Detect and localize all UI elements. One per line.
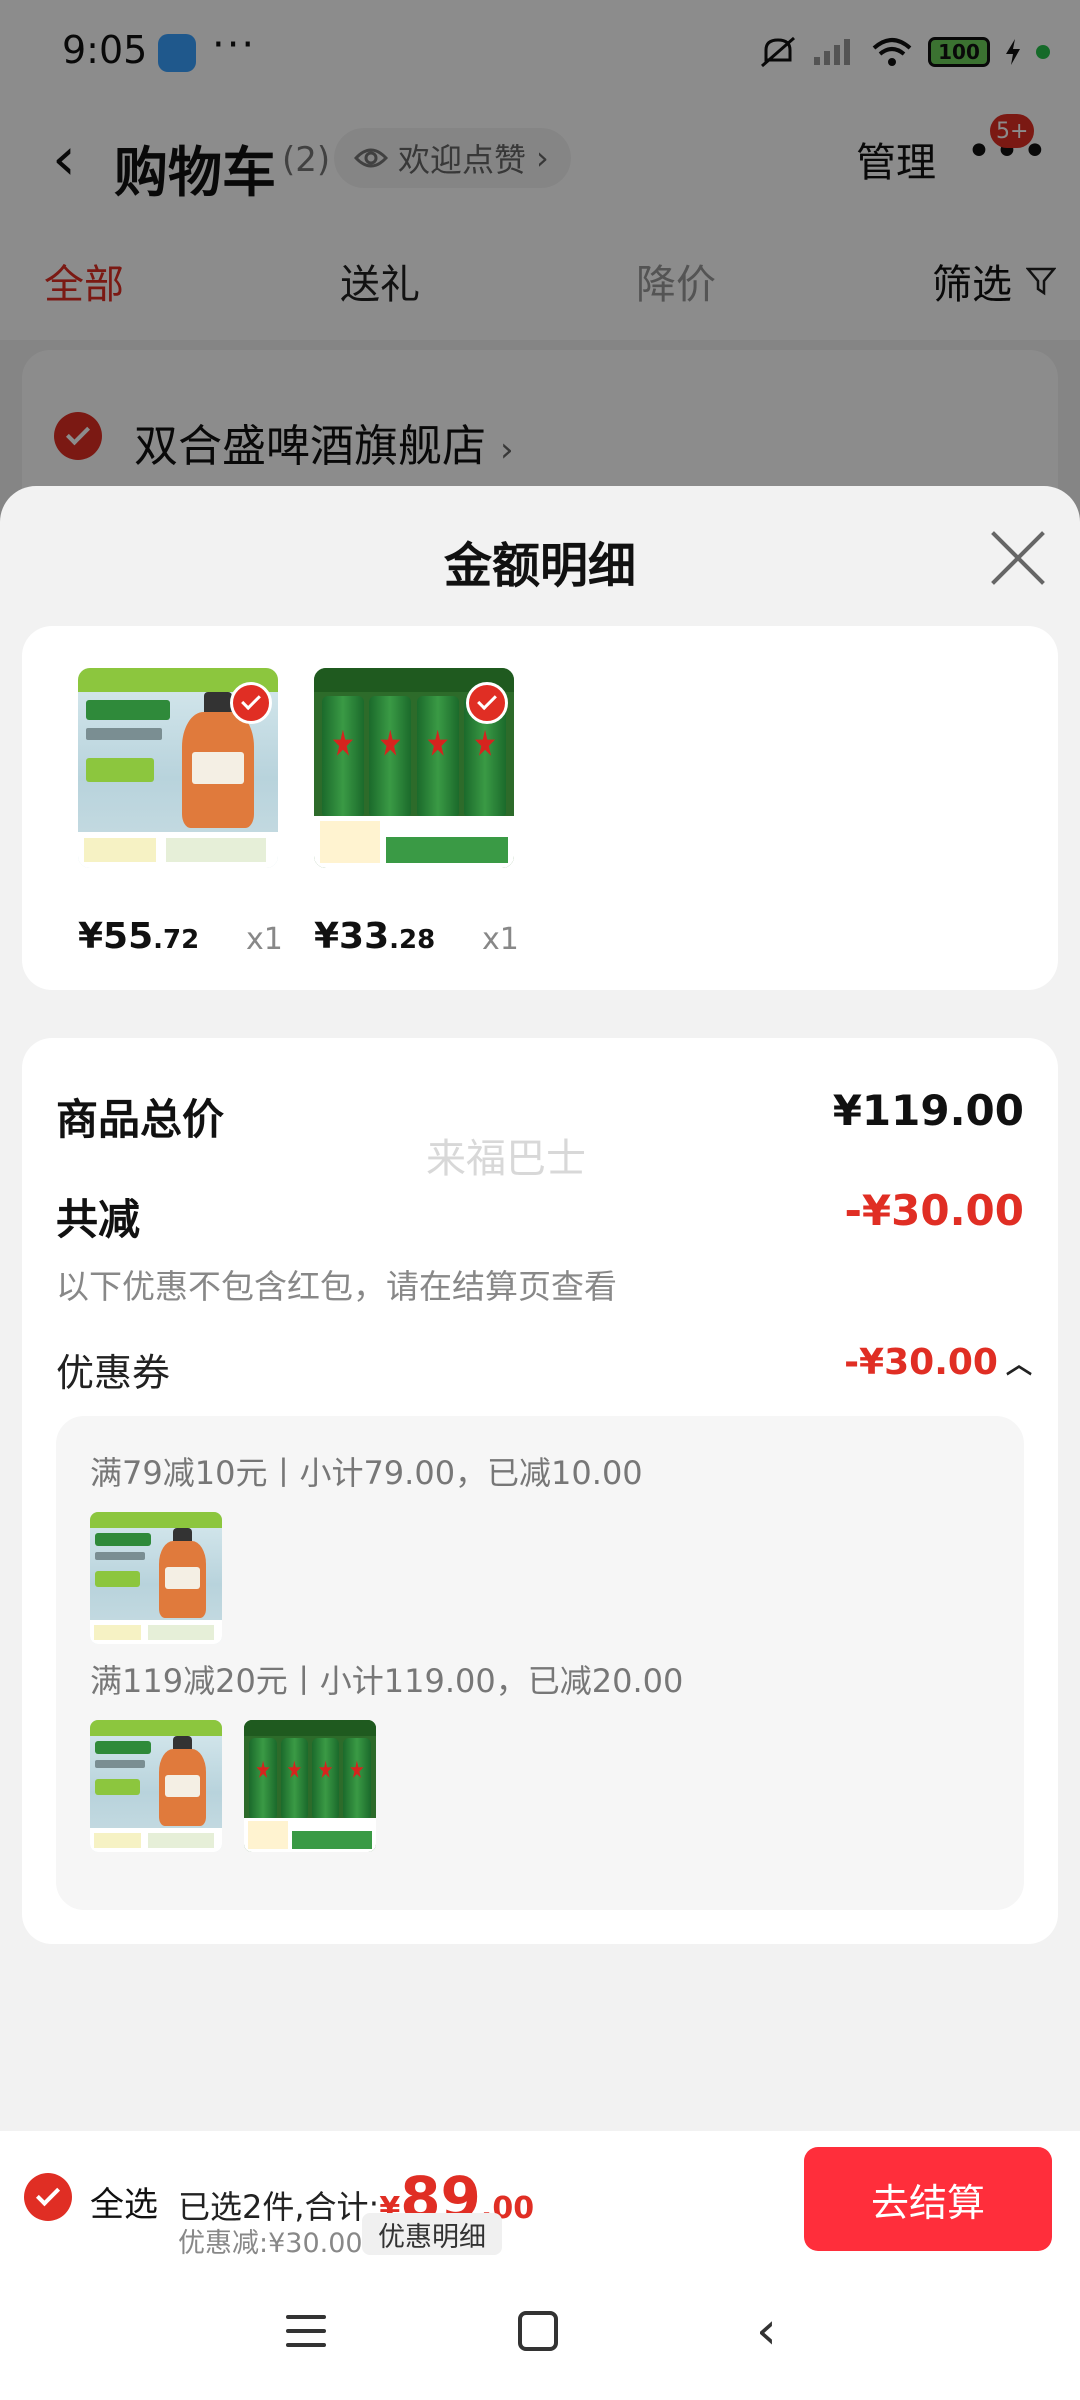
total-price-label: 商品总价: [56, 1095, 225, 1144]
coupon-product-thumb: [244, 1720, 376, 1852]
menu-icon[interactable]: [286, 2311, 326, 2351]
coupon-product-thumb: [90, 1512, 222, 1644]
product-price: ¥33.28: [314, 916, 435, 957]
coupon-value: -¥30.00: [844, 1342, 998, 1383]
discount-summary: 优惠减:¥30.00: [178, 2228, 363, 2259]
home-icon[interactable]: [518, 2311, 558, 2351]
price-integer: ¥33: [314, 916, 390, 957]
select-all-checkbox[interactable]: [24, 2173, 72, 2221]
coupon-detail-box: 满79减10元丨小计79.00，已减10.00 满119减20元丨小计119.0…: [56, 1416, 1024, 1910]
product-check-icon: [230, 682, 272, 724]
total-reduction-value: -¥30.00: [844, 1186, 1024, 1235]
amount-detail-sheet: 金额明细 ¥55.72 x1 ¥33.28 x1 商品总价 ¥119.00 来福…: [0, 486, 1080, 2131]
coupon-rule: 满119减20元丨小计119.00，已减20.00: [90, 1662, 684, 1700]
discount-detail-button[interactable]: 优惠明细: [362, 2213, 502, 2255]
product-check-icon: [466, 682, 508, 724]
price-integer: ¥55: [78, 916, 154, 957]
back-icon[interactable]: ‹: [756, 2301, 777, 2361]
product-price: ¥55.72: [78, 916, 199, 957]
checkout-bar: 全选 已选2件,合计: ¥ 89 .00 优惠减:¥30.00 优惠明细 去结算: [0, 2131, 1080, 2267]
coupon-rule: 满79减10元丨小计79.00，已减10.00: [90, 1454, 643, 1492]
coupon-product-thumb: [90, 1720, 222, 1852]
product-list: ¥55.72 x1 ¥33.28 x1: [22, 626, 1058, 990]
total-price-value: ¥119.00: [832, 1086, 1024, 1135]
price-decimal: .72: [153, 925, 200, 955]
sheet-title: 金额明细: [443, 538, 636, 594]
system-nav-bar: ‹: [0, 2267, 1080, 2400]
discount-note: 以下优惠不包含红包，请在结算页查看: [56, 1267, 617, 1306]
price-decimal: .28: [389, 925, 436, 955]
chevron-up-icon: ︿: [1005, 1350, 1032, 1380]
close-icon[interactable]: [988, 528, 1048, 588]
watermark: 来福巴士: [426, 1136, 586, 1182]
select-all-label[interactable]: 全选: [90, 2177, 158, 2226]
coupon-label: 优惠券: [56, 1351, 171, 1395]
product-quantity: x1: [246, 922, 283, 957]
coupon-toggle[interactable]: -¥30.00 ︿: [844, 1342, 1032, 1383]
checkout-button[interactable]: 去结算: [804, 2147, 1052, 2251]
total-reduction-label: 共减: [56, 1195, 141, 1244]
product-quantity: x1: [482, 922, 519, 957]
price-detail-card: 商品总价 ¥119.00 来福巴士 共减 -¥30.00 以下优惠不包含红包，请…: [22, 1038, 1058, 1944]
